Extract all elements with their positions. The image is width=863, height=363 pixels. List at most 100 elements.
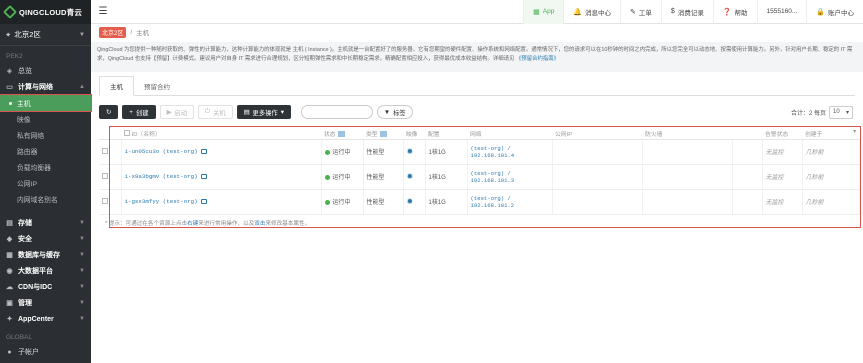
vnc-console-icon[interactable] xyxy=(200,198,207,204)
sidebar-group-appcenter[interactable]: ✦ AppCenter ▼ xyxy=(0,311,91,327)
bigdata-icon: ◉ xyxy=(6,267,13,275)
search-input[interactable] xyxy=(300,105,373,119)
sidebar-item-public-ip[interactable]: 公网IP xyxy=(0,175,91,191)
chevron-down-icon: ▾ xyxy=(845,109,849,116)
top-app-label: App xyxy=(542,8,555,15)
instance-id-link[interactable]: i-gsx3mfyy (test-org) xyxy=(125,198,198,205)
sidebar-item-overview[interactable]: ◈ 总览 xyxy=(0,63,91,79)
row-status-cell: 运行中 xyxy=(321,164,364,190)
sidebar-group-storage[interactable]: ▤ 存储 ▼ xyxy=(0,215,91,231)
sidebar-group-cdn[interactable]: ☁ CDN与IDC ▼ xyxy=(0,279,91,295)
network-name[interactable]: (test-org) / xyxy=(471,195,549,202)
row-spacer xyxy=(732,139,763,165)
toolbar: ↻ + 创建 ▶ 启动 ⏻ 关机 ▤ 更多操作 ▾ ▼ 标签 合计：2 每页 1… xyxy=(99,100,855,124)
image-icon[interactable]: ✹ xyxy=(407,147,414,156)
filter-icon[interactable] xyxy=(379,131,387,138)
breadcrumb-zone[interactable]: 北京2区 xyxy=(99,26,127,38)
top-help-label: 帮助 xyxy=(734,9,748,17)
instances-table: ID（名称） 状态 类型 映像 配置 网络 公网IP 防火墙 告警状态 创建于 … xyxy=(99,128,860,215)
network-name[interactable]: (test-org) / xyxy=(471,145,549,152)
page-size-select[interactable]: 10 ▾ xyxy=(829,105,853,119)
top-account-button[interactable]: 🔒 账户中心 xyxy=(806,0,863,24)
vnc-console-icon[interactable] xyxy=(200,173,207,179)
instance-id-link[interactable]: i-x9a3bgmv (test-org) xyxy=(125,173,198,180)
bell-icon: 🔔 xyxy=(573,8,583,16)
sidebar-group-label: 管理 xyxy=(18,300,32,307)
sidebar-item-sub-accounts[interactable]: ● 子帐户 xyxy=(0,344,91,360)
row-checkbox[interactable] xyxy=(102,147,108,154)
region-selector[interactable]: ⌖ 北京2区 ▼ xyxy=(0,24,91,46)
sidebar-item-load-balancers[interactable]: 负载均衡器 xyxy=(0,159,91,175)
header-spacer xyxy=(732,128,762,140)
sidebar-item-label: 子帐户 xyxy=(18,349,39,356)
region-name: 北京2区 xyxy=(14,30,41,39)
table-row[interactable]: i-un05cu3o (test-org) 运行中 性能型 ✹ 1核1G (te… xyxy=(99,139,860,165)
header-type-col[interactable]: 类型 xyxy=(363,128,403,140)
created-time: 几秒前 xyxy=(802,139,860,165)
sidebar-group-database[interactable]: ▦ 数据库与缓存 ▼ xyxy=(0,247,91,263)
sidebar-item-instances[interactable]: 主机 xyxy=(0,94,92,112)
top-messages-label: 消息中心 xyxy=(585,9,612,17)
row-check-cell[interactable] xyxy=(99,189,122,215)
top-billing-button[interactable]: $ 消费记录 xyxy=(660,0,713,24)
row-spacer xyxy=(732,164,763,190)
sidebar-group-management[interactable]: ▣ 管理 ▼ xyxy=(0,295,91,311)
hamburger-menu-icon[interactable]: ☰ xyxy=(91,6,115,17)
location-icon: ⌖ xyxy=(6,29,11,39)
header-select-all[interactable]: ID（名称） xyxy=(121,128,321,140)
sidebar-item-vpc[interactable]: 私有网络 xyxy=(0,127,91,143)
sidebar-group-bigdata[interactable]: ◉ 大数据平台 ▼ xyxy=(0,263,91,279)
logo[interactable]: QINGCLOUD青云 xyxy=(0,0,91,24)
chevron-down-icon[interactable]: ▾ xyxy=(853,129,856,135)
sidebar-group-compute[interactable]: ▭ 计算与网络 ▲ xyxy=(0,79,91,95)
tab-instances[interactable]: 主机 xyxy=(99,76,134,96)
instance-id-link[interactable]: i-un05cu3o (test-org) xyxy=(125,148,198,155)
status-text: 运行中 xyxy=(332,150,351,156)
sidebar-item-images[interactable]: 映像 xyxy=(0,111,91,127)
reserved-contract-guide-link[interactable]: 《预留合约指南》 xyxy=(516,56,559,62)
tab-bar: 主机 预留合约 xyxy=(99,76,855,96)
row-check-cell[interactable] xyxy=(99,139,122,165)
stop-label: 关机 xyxy=(212,109,226,117)
create-button[interactable]: + 创建 xyxy=(122,105,156,119)
image-icon[interactable]: ✹ xyxy=(407,172,414,181)
instance-config: 1核1G xyxy=(425,189,468,215)
row-checkbox[interactable] xyxy=(102,197,108,204)
top-help-button[interactable]: ❓ 帮助 xyxy=(712,0,757,24)
row-checkbox[interactable] xyxy=(102,172,108,179)
more-actions-label: 更多操作 xyxy=(252,109,278,117)
sidebar: QINGCLOUD青云 ⌖ 北京2区 ▼ PEK2 ◈ 总览 ▭ 计算与网络 ▲… xyxy=(0,0,92,363)
table-row[interactable]: i-x9a3bgmv (test-org) 运行中 性能型 ✹ 1核1G (te… xyxy=(99,164,860,190)
tab-reserved-contracts[interactable]: 预留合约 xyxy=(134,76,180,95)
row-network-cell: (test-org) /192.168.101.4 xyxy=(467,139,553,165)
table-row[interactable]: i-gsx3mfyy (test-org) 运行中 性能型 ✹ 1核1G (te… xyxy=(99,189,860,215)
chevron-down-icon: ▼ xyxy=(79,220,85,226)
status-dot-icon xyxy=(324,174,330,180)
start-button[interactable]: ▶ 启动 xyxy=(159,105,194,119)
row-network-cell: (test-org) /192.168.101.3 xyxy=(467,164,553,190)
stop-button[interactable]: ⏻ 关机 xyxy=(198,105,233,119)
row-check-cell[interactable] xyxy=(99,164,122,190)
top-app-button[interactable]: ▦ App xyxy=(523,0,564,24)
storage-icon: ▤ xyxy=(6,219,13,227)
top-tickets-button[interactable]: ✎ 工单 xyxy=(620,0,661,24)
tag-filter-button[interactable]: ▼ 标签 xyxy=(376,105,413,119)
header-created-col[interactable]: 创建于 ▾ xyxy=(802,128,859,140)
sidebar-group-label: AppCenter xyxy=(18,315,54,323)
sidebar-group-security[interactable]: ◆ 安全 ▼ xyxy=(0,231,91,247)
image-icon[interactable]: ✹ xyxy=(407,197,414,206)
top-messages-button[interactable]: 🔔 消息中心 xyxy=(563,0,620,24)
header-status-col[interactable]: 状态 xyxy=(321,128,363,140)
select-all-checkbox[interactable] xyxy=(124,129,130,136)
network-name[interactable]: (test-org) / xyxy=(471,170,549,177)
more-actions-button[interactable]: ▤ 更多操作 ▾ xyxy=(236,105,291,119)
filter-icon[interactable] xyxy=(337,131,345,138)
sidebar-item-routers[interactable]: 路由器 xyxy=(0,143,91,159)
row-image-cell: ✹ xyxy=(403,139,426,165)
alarm-status: 无监控 xyxy=(762,189,803,215)
top-user-phone[interactable]: 1555160... xyxy=(756,0,807,24)
created-time: 几秒前 xyxy=(802,164,860,190)
refresh-button[interactable]: ↻ xyxy=(99,105,119,119)
vnc-console-icon[interactable] xyxy=(200,148,207,154)
sidebar-item-dns-alias[interactable]: 内网域名别名 xyxy=(0,191,91,207)
